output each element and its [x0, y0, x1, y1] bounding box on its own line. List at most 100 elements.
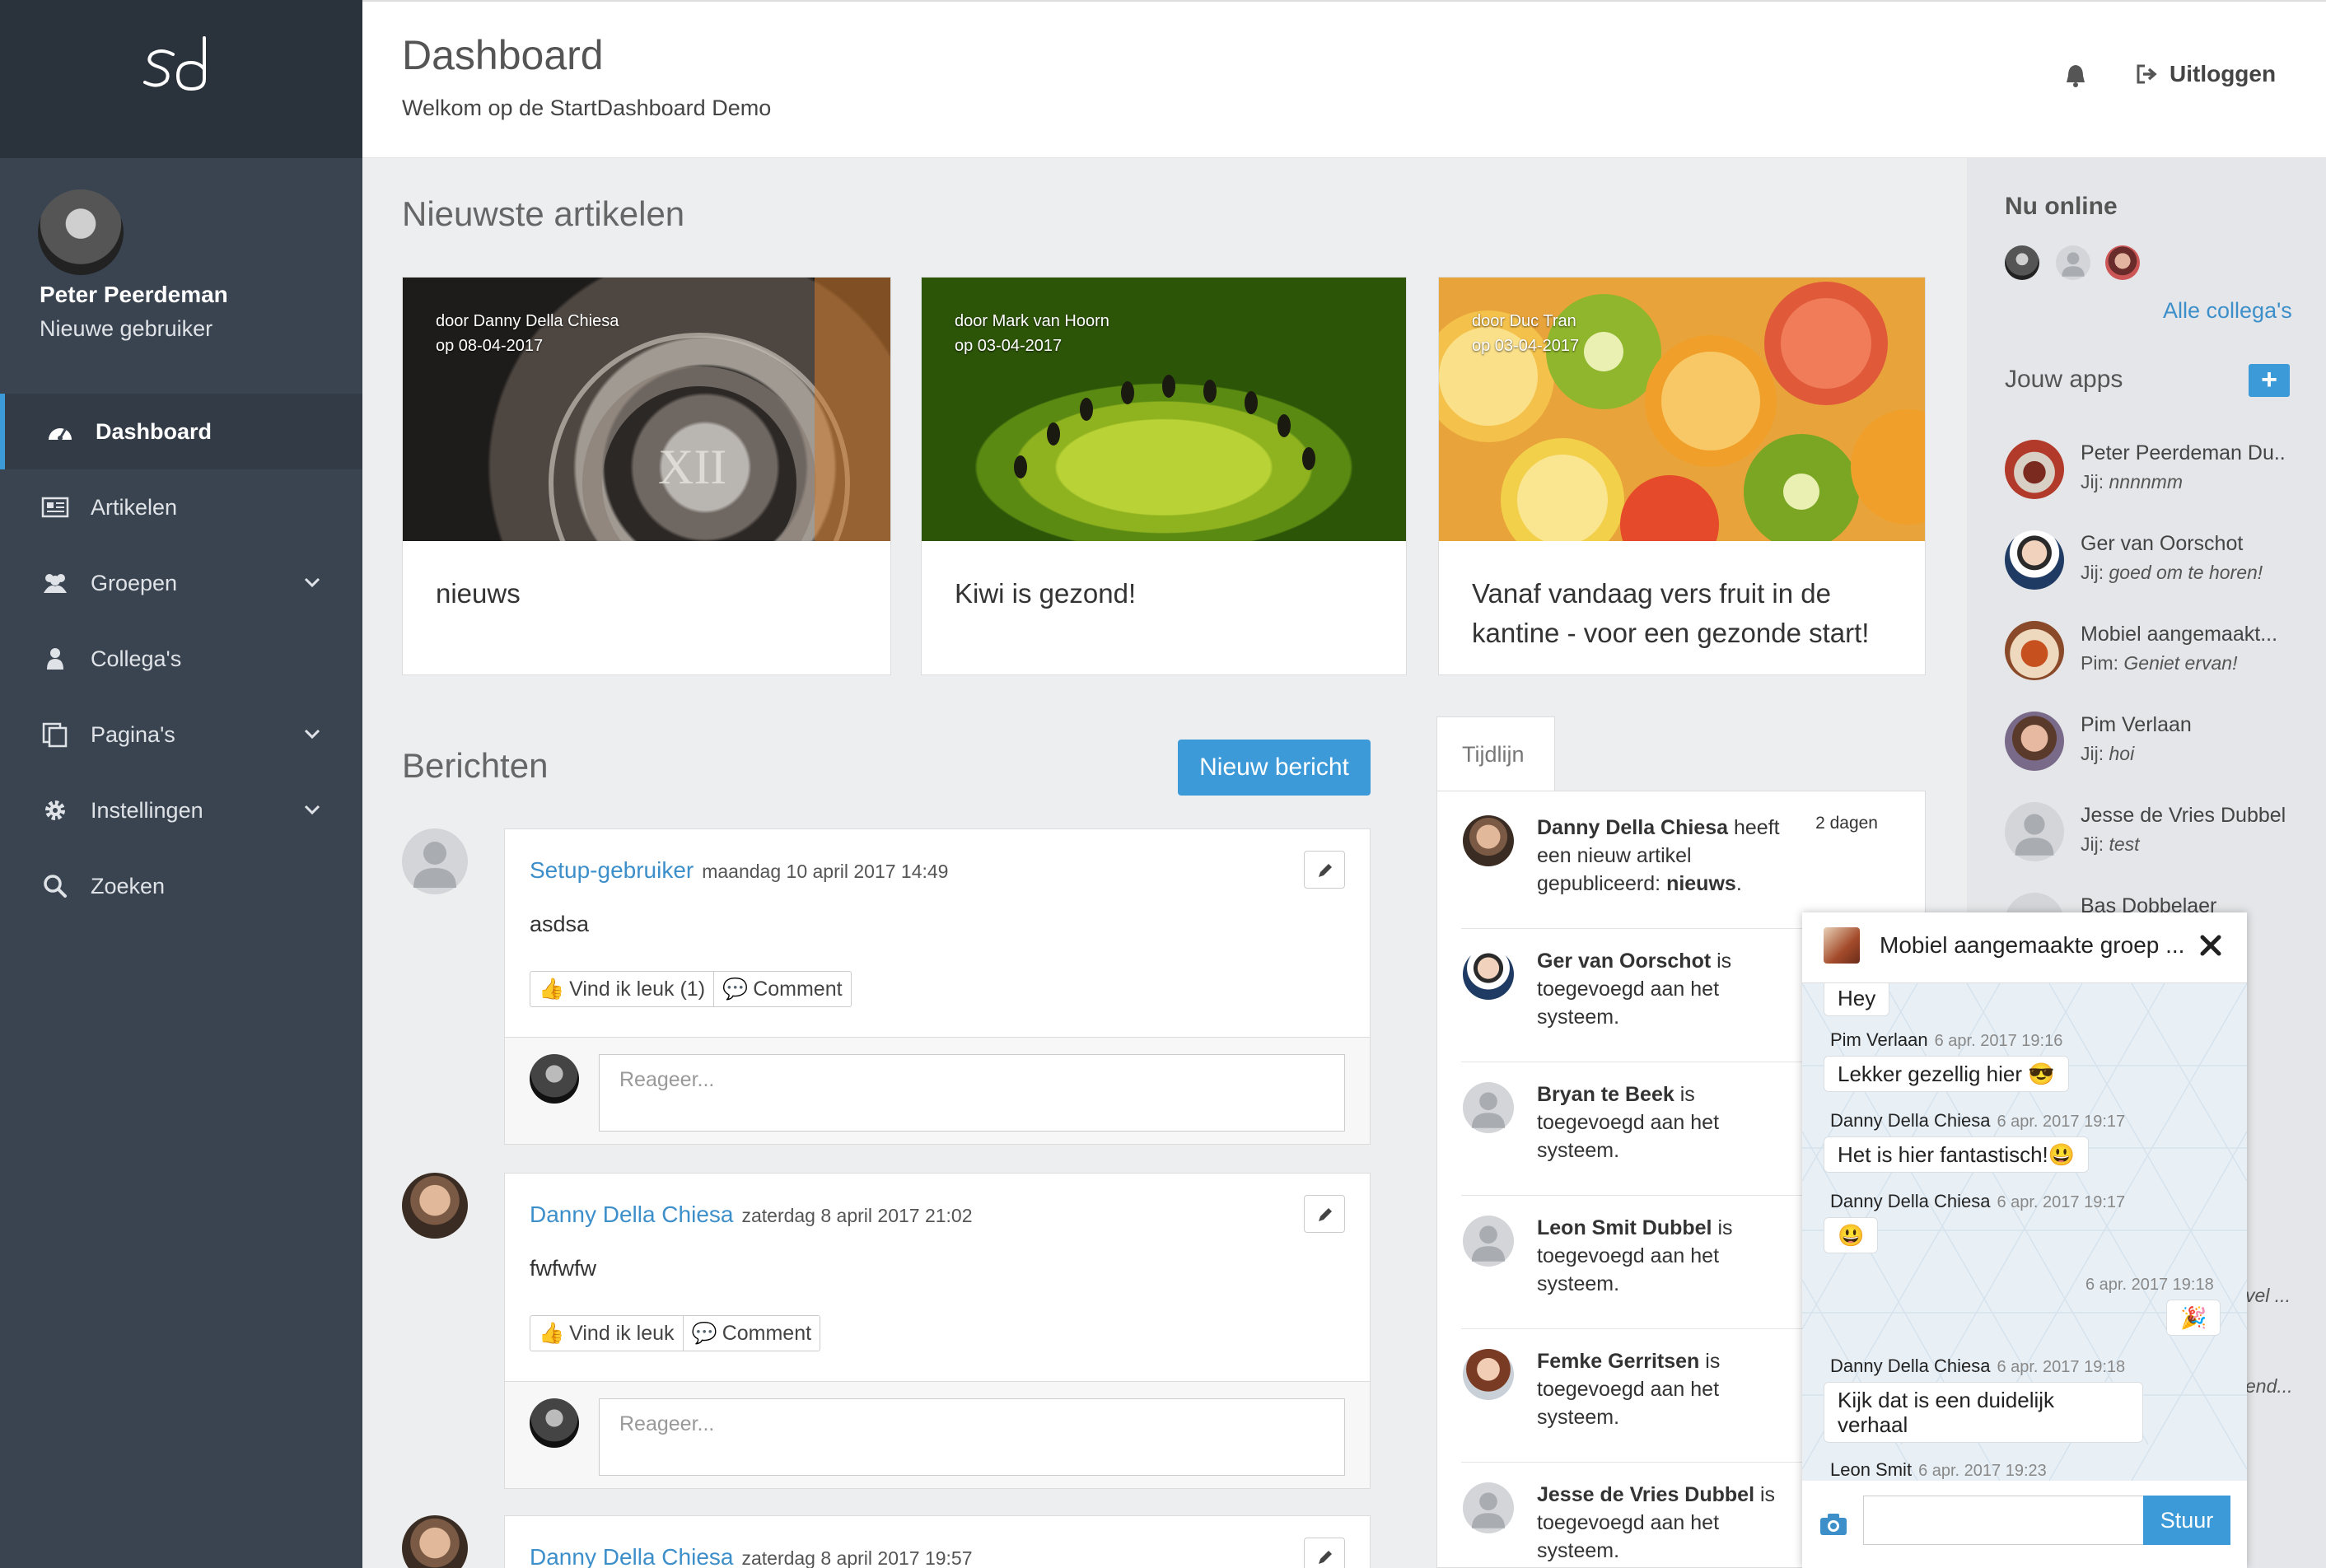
- bell-icon[interactable]: [2064, 63, 2087, 89]
- message-header: Leon Smit 6 apr. 2017 19:23: [1830, 1459, 2047, 1481]
- online-avatar[interactable]: [2105, 245, 2140, 280]
- chat-list-item[interactable]: Ger van Oorschot Jij: goed om te horen!: [2005, 525, 2301, 591]
- article-meta: door Mark van Hoorn op 03-04-2017: [955, 309, 1109, 358]
- chat-bubble: Lekker gezellig hier 😎: [1824, 1056, 2069, 1092]
- chat-list-item[interactable]: Peter Peerdeman Du.. Jij: nnnnmm: [2005, 435, 2301, 501]
- edit-button[interactable]: [1304, 1195, 1345, 1233]
- message-header: Pim Verlaan 6 apr. 2017 19:16: [1830, 1029, 2062, 1051]
- user-role: Nieuwe gebruiker: [40, 316, 213, 341]
- sidebar-item-dashboard[interactable]: Dashboard: [0, 394, 362, 469]
- timeline-text: Bryan te Beek is toegevoegd aan het syst…: [1537, 1080, 1784, 1164]
- avatar[interactable]: [402, 828, 468, 894]
- article-card[interactable]: door Duc Tran op 03-04-2017 Vanaf vandaag…: [1438, 277, 1926, 675]
- chat-bubble: Kijk dat is een duidelijk verhaal: [1824, 1382, 2143, 1443]
- thumbs-up-icon: 👍: [539, 977, 565, 1001]
- top-header: [362, 0, 2326, 158]
- timeline-name[interactable]: Ger van Oorschot: [1537, 950, 1711, 973]
- chat-preview-peek: end...: [2245, 1375, 2293, 1397]
- chat-message: test: [2109, 833, 2140, 855]
- reply-input[interactable]: Reageer...: [599, 1398, 1345, 1476]
- reply-input[interactable]: Reageer...: [599, 1054, 1345, 1132]
- post-author-name[interactable]: Setup-gebruiker: [530, 857, 694, 883]
- chat-list-item[interactable]: Jesse de Vries Dubbel Jij: test: [2005, 797, 2301, 863]
- timeline-name[interactable]: Bryan te Beek: [1537, 1083, 1674, 1106]
- page-subtitle: Welkom op de StartDashboard Demo: [402, 96, 772, 120]
- chat-composer: Stuur: [1802, 1481, 2247, 1568]
- new-post-button[interactable]: Nieuw bericht: [1178, 740, 1371, 796]
- like-button[interactable]: 👍 Vind ik leuk (1): [530, 972, 713, 1006]
- newspaper-icon: [41, 497, 69, 518]
- like-button[interactable]: 👍 Vind ik leuk: [530, 1316, 683, 1351]
- timeline-name[interactable]: Leon Smit Dubbel: [1537, 1216, 1712, 1239]
- article-title[interactable]: Vanaf vandaag vers fruit in de kantine -…: [1472, 574, 1900, 653]
- apps-title: Jouw apps: [2005, 366, 2123, 393]
- close-icon[interactable]: [2199, 934, 2222, 957]
- add-app-button[interactable]: +: [2249, 364, 2290, 397]
- post-author[interactable]: Danny Della Chiesa zaterdag 8 april 2017 …: [530, 1544, 973, 1568]
- send-button[interactable]: Stuur: [2143, 1496, 2230, 1545]
- timeline-item: Danny Della Chiesa heeft een nieuw artik…: [1461, 796, 1898, 929]
- sidebar-item-label: Collega's: [91, 646, 182, 671]
- timeline-name[interactable]: Femke Gerritsen: [1537, 1350, 1699, 1373]
- pencil-icon: [1319, 1208, 1332, 1221]
- message-author: Danny Della Chiesa: [1830, 1110, 1991, 1131]
- comment-button[interactable]: 💬 Comment: [682, 1316, 820, 1351]
- user-icon: [47, 648, 63, 670]
- article-card[interactable]: XII door Danny Della Chiesa op 08-04-2017…: [402, 277, 891, 675]
- posts-title: Berichten: [402, 746, 549, 785]
- avatar: [2005, 530, 2064, 590]
- sidebar-item-zoeken[interactable]: Zoeken: [0, 848, 362, 924]
- sidebar-item-artikelen[interactable]: Artikelen: [0, 469, 362, 545]
- logout-icon: [2137, 64, 2157, 84]
- chat-list-item[interactable]: Pim Verlaan Jij: hoi: [2005, 707, 2301, 772]
- post-author-name[interactable]: Danny Della Chiesa: [530, 1202, 733, 1227]
- sidebar-item-paginas[interactable]: Pagina's: [0, 697, 362, 772]
- timeline-text: Danny Della Chiesa heeft een nieuw artik…: [1537, 814, 1784, 898]
- timeline-time: 2 dagen: [1815, 814, 1878, 833]
- article-title[interactable]: nieuws: [436, 574, 866, 614]
- sidebar-item-groepen[interactable]: Groepen: [0, 545, 362, 621]
- avatar: [2005, 621, 2064, 680]
- chevron-down-icon: [304, 577, 320, 588]
- chat-list-item[interactable]: Mobiel aangemaakt... Pim: Geniet ervan!: [2005, 616, 2301, 682]
- tab-tijdlijn[interactable]: Tijdlijn: [1436, 716, 1555, 792]
- article-card[interactable]: door Mark van Hoorn op 03-04-2017 Kiwi is…: [921, 277, 1407, 675]
- sidebar-item-collegas[interactable]: Collega's: [0, 621, 362, 697]
- all-colleagues-link[interactable]: Alle collega's: [2163, 298, 2292, 324]
- message-author: Leon Smit: [1830, 1459, 1913, 1480]
- chat-message-input[interactable]: [1863, 1496, 2145, 1545]
- post-date: maandag 10 april 2017 14:49: [702, 861, 949, 882]
- message-author: Pim Verlaan: [1830, 1029, 1928, 1050]
- online-avatar[interactable]: [2056, 245, 2090, 280]
- post-author-name[interactable]: Danny Della Chiesa: [530, 1544, 733, 1568]
- avatar[interactable]: [402, 1173, 468, 1239]
- timeline-name[interactable]: Jesse de Vries Dubbel: [1537, 1483, 1754, 1506]
- edit-button[interactable]: [1304, 1538, 1345, 1568]
- post-actions: 👍 Vind ik leuk 💬 Comment: [530, 1315, 821, 1351]
- avatar: [1463, 1216, 1514, 1267]
- user-avatar[interactable]: [38, 189, 124, 275]
- camera-icon[interactable]: [1819, 1512, 1848, 1537]
- sidebar-item-label: Instellingen: [91, 798, 203, 823]
- timeline-name[interactable]: Danny Della Chiesa: [1537, 816, 1728, 839]
- post-actions: 👍 Vind ik leuk (1) 💬 Comment: [530, 971, 852, 1007]
- chat-preview: Pim: Geniet ervan!: [2081, 652, 2303, 674]
- chat-title: Mobiel aangemaakte groep ...: [1880, 932, 2185, 958]
- post-body: asdsa: [530, 912, 590, 936]
- app-logo[interactable]: [140, 30, 222, 104]
- edit-button[interactable]: [1304, 851, 1345, 889]
- online-avatar[interactable]: [2005, 245, 2039, 280]
- avatar[interactable]: [402, 1515, 468, 1568]
- timeline-object[interactable]: nieuws: [1666, 872, 1736, 895]
- article-title[interactable]: Kiwi is gezond!: [955, 574, 1381, 614]
- post-author[interactable]: Setup-gebruiker maandag 10 april 2017 14:…: [530, 857, 948, 884]
- chat-header[interactable]: Mobiel aangemaakte groep ...: [1802, 912, 2247, 983]
- message-time: 6 apr. 2017 19:23: [1918, 1462, 2047, 1480]
- post-author[interactable]: Danny Della Chiesa zaterdag 8 april 2017 …: [530, 1202, 973, 1228]
- chat-name: Mobiel aangemaakt...: [2081, 623, 2278, 646]
- article-author: door Duc Tran: [1472, 312, 1576, 330]
- sidebar-item-instellingen[interactable]: Instellingen: [0, 772, 362, 848]
- comment-button[interactable]: 💬 Comment: [713, 972, 851, 1006]
- chat-bubble: 🎉: [2166, 1300, 2221, 1336]
- post-date: zaterdag 8 april 2017 21:02: [741, 1205, 973, 1226]
